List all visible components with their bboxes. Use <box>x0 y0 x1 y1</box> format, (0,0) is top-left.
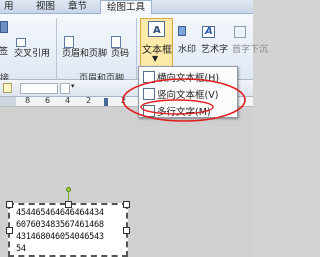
ruler-tick-label: 2 <box>121 97 127 105</box>
multiline-text-icon <box>143 105 155 117</box>
vertical-textbox-icon <box>143 88 155 100</box>
ruler-indent-marker[interactable] <box>104 98 108 106</box>
resize-handle[interactable] <box>65 201 72 208</box>
ruler-tick-label: 4 <box>65 97 71 105</box>
wordart-icon[interactable]: A <box>202 26 215 38</box>
group-separator <box>136 18 137 80</box>
left-partial-button-label[interactable]: 签 <box>0 44 8 57</box>
ribbon-tab-bar: 用 视图 章节 绘图工具 <box>0 0 253 16</box>
resize-handle[interactable] <box>6 201 13 208</box>
menu-item-horizontal-textbox[interactable]: 横向文本框(H) <box>139 68 238 84</box>
tab-section[interactable]: 章节 <box>68 0 87 14</box>
paste-icon[interactable] <box>3 83 12 93</box>
tab-reference[interactable]: 用 <box>4 0 14 14</box>
horizontal-textbox-icon <box>143 71 155 83</box>
textbox-line: 607603483567461468 <box>16 220 104 230</box>
wordart-button[interactable]: 艺术字 <box>201 42 228 55</box>
textbox-icon: A <box>148 21 165 37</box>
textbox-dropdown-arrow-icon[interactable]: ▼ <box>152 54 158 63</box>
textbox-dropdown-menu: 横向文本框(H) 竖向文本框(V) 多行文字(M) <box>138 66 238 118</box>
ruler-tick-label: 6 <box>45 97 51 105</box>
textbox-line: 454465464646464434 <box>16 208 104 218</box>
watermark-button[interactable]: 水印 <box>178 42 196 55</box>
textbox-line: 431468046054046543 <box>16 232 104 242</box>
menu-item-vertical-textbox[interactable]: 竖向文本框(V) <box>139 85 238 101</box>
ruler-left-margin <box>0 97 16 106</box>
chevron-down-icon[interactable]: ▾ <box>71 82 75 90</box>
group-separator <box>56 18 57 80</box>
menu-item-label: 竖向文本框(V) <box>157 90 219 101</box>
cross-reference-button[interactable]: 交叉引用 <box>14 46 50 59</box>
menu-item-multiline-text[interactable]: 多行文字(M) <box>139 102 238 118</box>
resize-handle[interactable] <box>6 227 13 234</box>
resize-handle[interactable] <box>123 201 130 208</box>
dropcap-button[interactable]: 首字下沉 <box>232 42 268 55</box>
style-select[interactable] <box>20 83 58 94</box>
textbox-frame[interactable]: 454465464646464434 607603483567461468 43… <box>6 201 130 257</box>
ruler-tick-label: 2 <box>86 97 92 105</box>
format-icon[interactable] <box>60 83 70 94</box>
signature-icon[interactable] <box>0 21 8 33</box>
watermark-icon[interactable] <box>178 26 186 36</box>
resize-handle[interactable] <box>123 227 130 234</box>
rotation-handle[interactable] <box>66 187 71 192</box>
menu-item-label: 横向文本框(H) <box>157 73 220 84</box>
dropcap-icon[interactable] <box>234 26 246 38</box>
page-number-button[interactable]: 页码 <box>111 46 129 59</box>
tab-view[interactable]: 视图 <box>36 0 55 14</box>
ruler-tick-label: 8 <box>25 97 31 105</box>
menu-item-label: 多行文字(M) <box>157 107 211 118</box>
textbox-line: 54 <box>16 244 26 254</box>
header-footer-button[interactable]: 页眉和页脚 <box>62 46 107 59</box>
